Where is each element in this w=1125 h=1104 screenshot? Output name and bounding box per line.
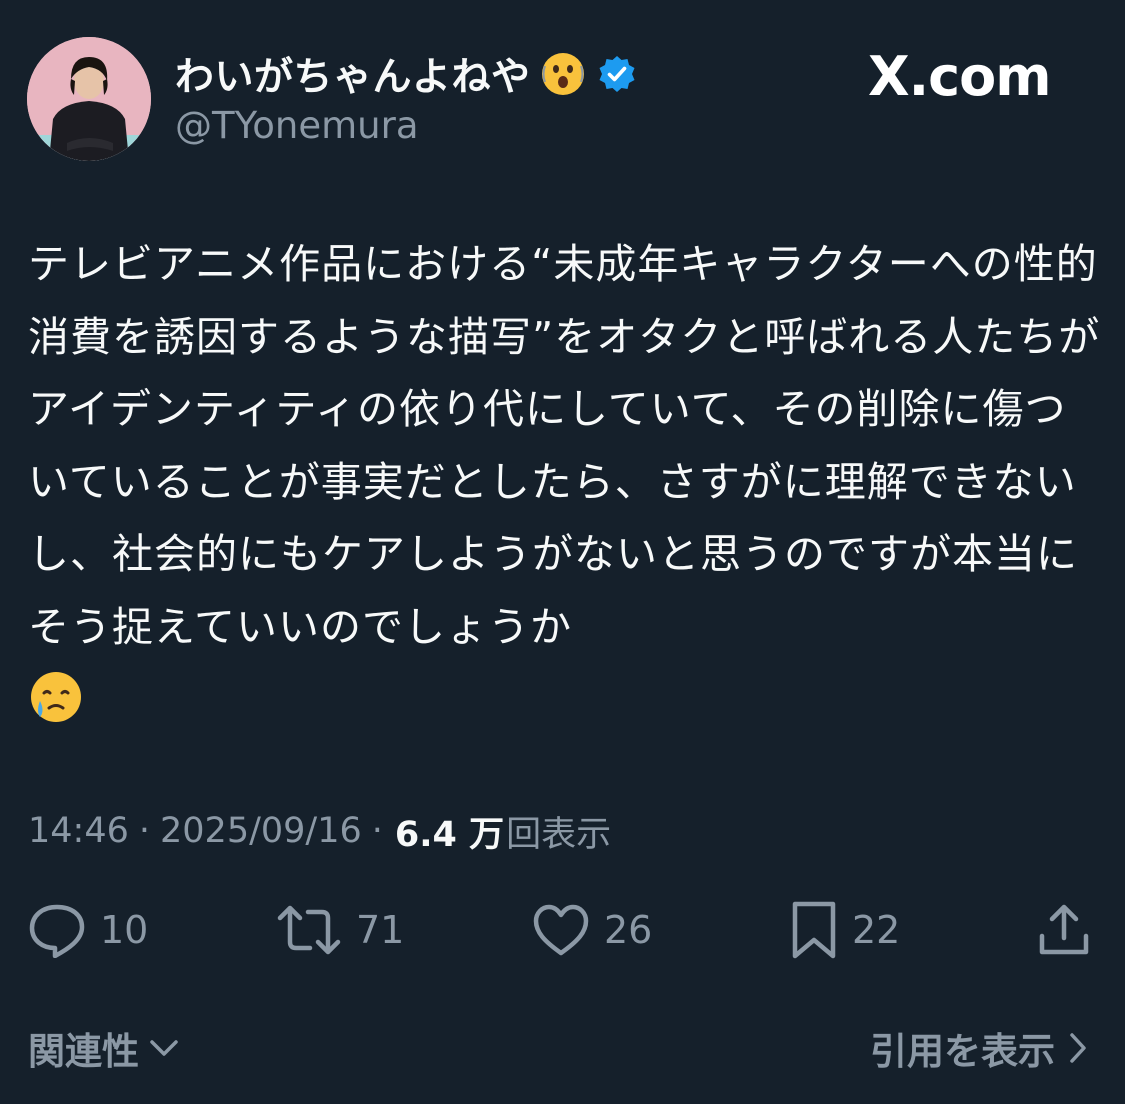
view-quotes-button[interactable]: 引用を表示 [870,1020,1087,1076]
author-display-name[interactable]: わいがちゃんよねや [175,46,531,102]
repost-button[interactable]: 71 [276,895,404,965]
author-handle[interactable]: @TYonemura [175,104,419,147]
like-count: 26 [604,908,653,952]
face-holding-back-tears-emoji-icon [28,669,84,725]
quotes-label: 引用を表示 [870,1030,1055,1073]
repost-icon [277,905,341,955]
author-name-row: わいがちゃんよねや [175,46,637,102]
bookmark-count: 22 [852,908,901,952]
reply-button[interactable]: 10 [28,895,148,965]
reply-icon [29,904,85,958]
author-avatar[interactable] [27,37,151,161]
like-button[interactable]: 26 [532,895,652,965]
brand-watermark: X.com [868,44,1052,108]
meta-separator: · [138,811,151,851]
tweet-time[interactable]: 14:46 [28,811,129,851]
related-label: 関連性 [28,1030,139,1073]
heart-icon [533,904,589,956]
chevron-down-icon [150,1040,178,1056]
face-with-open-mouth-emoji-icon [539,50,587,98]
meta-separator-2: · [371,811,383,851]
tweet-date[interactable]: 2025/09/16 [160,811,362,851]
views-count[interactable]: 6.4 万 [395,806,504,857]
bookmark-button[interactable]: 22 [790,895,900,965]
views-label[interactable]: 回表示 [506,806,611,857]
tweet-text: テレビアニメ作品における“未成年キャラクターへの性的消費を誘因するような描写”を… [28,240,1101,651]
reply-count: 10 [100,908,149,952]
avatar-image [27,37,151,161]
verified-badge-icon[interactable] [597,54,637,94]
brand-label: X.com [868,44,1052,108]
share-button[interactable] [1036,895,1092,965]
repost-count: 71 [356,908,405,952]
chevron-right-icon [1070,1033,1086,1063]
action-bar: 10 71 26 22 [0,895,1125,965]
share-icon [1039,904,1089,955]
bookmark-icon [792,901,836,959]
related-sort-button[interactable]: 関連性 [28,1020,179,1076]
tweet-body: テレビアニメ作品における“未成年キャラクターへの性的消費を誘因するような描写”を… [28,228,1103,736]
tweet-meta: 14:46 · 2025/09/16 · 6.4 万 回表示 [28,806,611,856]
